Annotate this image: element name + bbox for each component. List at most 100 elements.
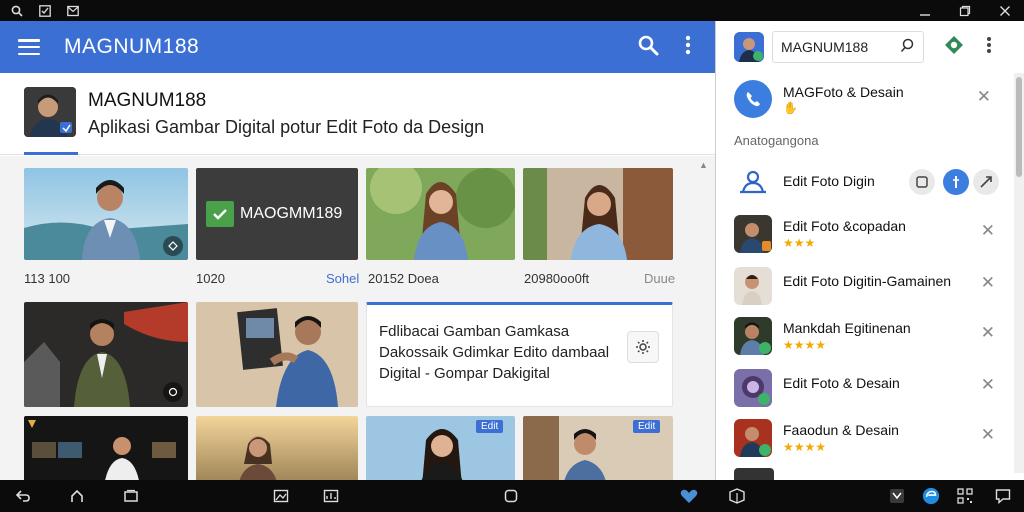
close-icon[interactable]: ✕ (981, 375, 995, 395)
item-thumbnail (734, 215, 772, 253)
image-tile[interactable]: Edit (523, 416, 673, 480)
tile-caption: Duue (644, 271, 676, 286)
item-thumbnail (734, 468, 774, 480)
search-icon[interactable] (637, 34, 659, 61)
panel-list-item[interactable]: Faaodun & Desain ★★★★ ✕ (716, 419, 1011, 461)
search-icon[interactable] (900, 38, 915, 56)
close-icon[interactable]: ✕ (981, 273, 995, 293)
text-card[interactable]: Fdlibacai Gamban Gamkasa Dakossaik Gdimk… (366, 302, 673, 407)
item-thumbnail (734, 267, 772, 305)
back-icon[interactable] (14, 488, 32, 504)
stop-chip[interactable] (908, 168, 936, 196)
more-options-icon[interactable] (685, 35, 691, 60)
panel-avatar[interactable] (734, 32, 764, 62)
close-icon[interactable]: ✕ (981, 425, 995, 445)
qr-icon[interactable] (956, 488, 974, 504)
panel-section-label: Anatogangona (734, 133, 819, 148)
brand-tile-text: MAOGMM189 (240, 205, 343, 222)
image-tile[interactable] (366, 168, 515, 260)
image-tile[interactable] (24, 168, 188, 260)
brand-logo-icon (206, 201, 234, 227)
box-app-icon[interactable] (728, 488, 746, 504)
profile-name: MAGNUM188 (88, 90, 207, 111)
side-panel: MAGNUM188 MAGFoto & Desain ✋ ✕ Anatogang… (715, 21, 1024, 480)
extension-icon[interactable] (944, 35, 964, 60)
tile-caption: 113 100 (24, 271, 71, 286)
panel-search-field[interactable]: MAGNUM188 (772, 31, 924, 63)
image-action-icon[interactable] (163, 382, 183, 402)
recents-icon[interactable] (122, 488, 140, 504)
image-tile[interactable] (196, 302, 358, 407)
panel-list-item[interactable]: Edit Foto Digin (716, 163, 1011, 203)
collapse-chip[interactable] (972, 168, 1000, 196)
panel-list-item[interactable]: Edit Foto &copadan ★★★ ✕ (716, 215, 1011, 257)
panel-list-item[interactable]: Mankdah Egitinenan ★★★★ ✕ (716, 317, 1011, 359)
chat-icon[interactable] (994, 488, 1012, 504)
settings-icon[interactable] (627, 331, 659, 363)
panel-top-item[interactable]: MAGFoto & Desain ✋ ✕ (716, 79, 1011, 123)
mail-status-icon (66, 4, 80, 18)
panel-item-title: Edit Foto & Desain (783, 375, 900, 391)
panel-list-item[interactable]: Edit Foto & Desain ✕ (716, 369, 1011, 411)
heart-app-icon[interactable] (680, 488, 698, 504)
user-group-icon (734, 163, 772, 201)
home-icon[interactable] (68, 488, 86, 504)
image-action-icon[interactable] (163, 236, 183, 256)
browser-icon[interactable] (922, 487, 940, 505)
app-title: MAGNUM188 (64, 35, 200, 58)
edit-badge[interactable]: Edit (633, 420, 661, 433)
search-status-icon (10, 4, 24, 18)
close-window-icon[interactable] (998, 4, 1012, 18)
panel-top-item-title: MAGFoto & Desain (783, 84, 904, 100)
panel-list-item[interactable]: Edit Foto Digitin-Gamainen ✕ (716, 267, 1011, 309)
square-button-icon[interactable] (502, 488, 520, 504)
image-tile[interactable] (24, 302, 188, 407)
panel-item-title: Edit Foto &copadan (783, 218, 906, 234)
image-tile[interactable] (523, 168, 673, 260)
panel-item-title: Faaodun & Desain (783, 422, 899, 438)
item-thumbnail (734, 317, 772, 355)
tile-caption-link[interactable]: Sohel (326, 271, 359, 286)
image-tile[interactable] (24, 416, 188, 480)
close-icon[interactable]: ✕ (977, 87, 991, 107)
close-icon[interactable]: ✕ (981, 323, 995, 343)
close-icon[interactable]: ✕ (981, 221, 995, 241)
app-bar: MAGNUM188 (0, 21, 715, 73)
item-thumbnail (734, 419, 772, 457)
checkbox-status-icon (38, 4, 52, 18)
gallery-icon[interactable] (272, 488, 290, 504)
item-thumbnail (734, 369, 772, 407)
pin-chip[interactable] (942, 168, 970, 196)
screen: MAGNUM188 MAGNUM188 Aplikasi Gambar Digi… (0, 0, 1024, 512)
panel-item-title: Edit Foto Digin (783, 173, 875, 189)
brand-tile[interactable]: MAOGMM189 (196, 168, 358, 260)
active-tab-indicator (24, 152, 78, 155)
edit-badge[interactable]: Edit (476, 420, 504, 433)
panel-item-title: Edit Foto Digitin-Gamainen (783, 273, 952, 289)
system-status-bar (0, 0, 1024, 21)
scroll-up-icon[interactable]: ▲ (699, 160, 708, 170)
profile-avatar (24, 87, 76, 137)
image-tile[interactable] (196, 416, 358, 480)
rating-stars: ★★★ (783, 236, 816, 250)
image-tile[interactable]: Edit (366, 416, 515, 480)
profile-header: MAGNUM188 Aplikasi Gambar Digital potur … (0, 73, 715, 155)
chart-icon[interactable] (322, 488, 340, 504)
hand-icon: ✋ (783, 101, 798, 115)
panel-search-value: MAGNUM188 (781, 39, 869, 55)
rating-stars: ★★★★ (783, 440, 827, 454)
tile-caption: 20152 Doea (368, 271, 439, 286)
panel-item-title: Mankdah Egitinenan (783, 320, 911, 336)
tray-app-icon[interactable] (888, 488, 906, 504)
panel-more-icon[interactable] (986, 36, 992, 59)
panel-scrollbar[interactable] (1014, 73, 1024, 473)
panel-header: MAGNUM188 (716, 21, 1024, 73)
profile-subtitle: Aplikasi Gambar Digital potur Edit Foto … (88, 117, 485, 137)
tile-caption: 1020 (196, 271, 225, 286)
menu-icon[interactable] (18, 39, 40, 55)
system-nav-bar (0, 480, 1024, 512)
tile-caption: 20980oo0ft (524, 271, 590, 286)
restore-icon[interactable] (958, 4, 972, 18)
minimize-icon[interactable] (918, 4, 932, 18)
rating-stars: ★★★★ (783, 338, 827, 352)
